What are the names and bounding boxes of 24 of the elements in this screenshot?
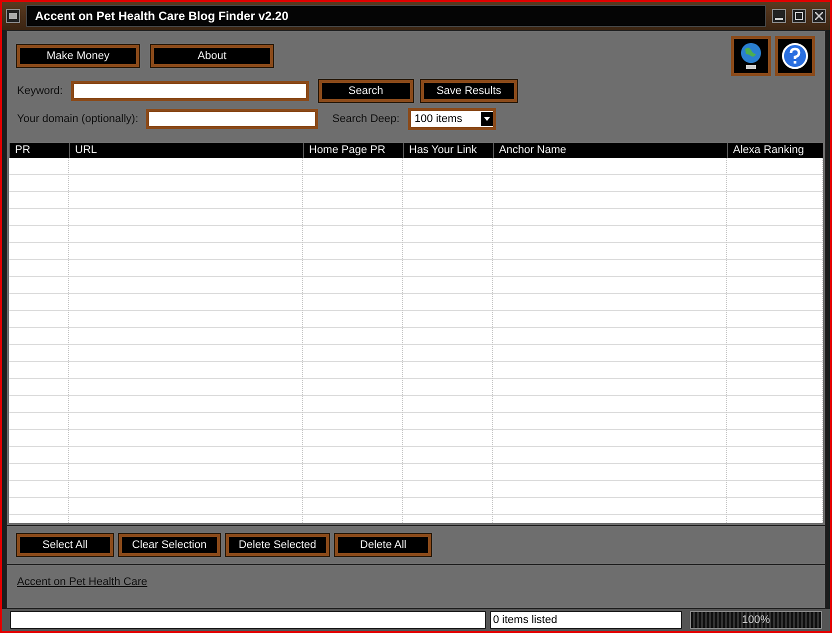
domain-field[interactable] — [146, 109, 318, 129]
action-button[interactable]: Delete Selected — [226, 534, 330, 556]
action-button[interactable]: Delete All — [335, 534, 432, 556]
progress-reading: 100% — [740, 613, 772, 628]
domain-label: Your domain (optionally): — [17, 113, 138, 125]
help-icon[interactable] — [775, 36, 815, 76]
website-link[interactable]: Accent on Pet Health Care — [17, 576, 148, 588]
menu-button[interactable]: About — [151, 45, 273, 67]
minimize-icon[interactable] — [772, 9, 786, 23]
save-results-button[interactable]: Save Results — [420, 80, 517, 102]
window-title: Accent on Pet Health Care Blog Finder v2.20 — [26, 5, 766, 27]
items-count: 0 items listed — [490, 611, 682, 629]
globe-icon[interactable] — [731, 36, 771, 76]
action-button[interactable]: Select All — [17, 534, 113, 556]
search-deep-dropdown[interactable]: 100 items — [408, 108, 496, 130]
system-menu-icon[interactable] — [6, 9, 20, 23]
close-icon[interactable] — [812, 9, 826, 23]
menu-button[interactable]: Make Money — [17, 45, 139, 67]
search-deep-label: Search Deep: — [332, 113, 400, 125]
search-button[interactable]: Search — [318, 80, 413, 102]
keyword-field[interactable] — [70, 81, 309, 101]
action-button[interactable]: Clear Selection — [119, 534, 220, 556]
keyword-label: Keyword: — [17, 85, 63, 97]
maximize-icon[interactable] — [792, 9, 806, 23]
